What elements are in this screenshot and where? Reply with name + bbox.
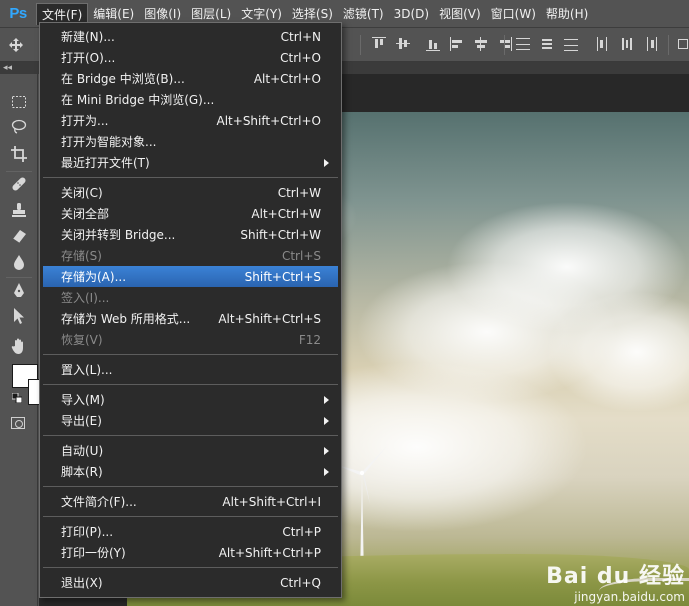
distribute-vertical-center-icon[interactable] <box>540 37 554 51</box>
menu-separator <box>43 516 338 517</box>
marquee-tool-icon[interactable] <box>8 92 30 112</box>
tools-separator <box>6 171 32 172</box>
tools-separator <box>6 277 32 278</box>
align-top-icon[interactable] <box>372 37 386 51</box>
distribute-bottom-icon[interactable] <box>564 37 578 51</box>
menu-separator <box>43 177 338 178</box>
menu-help[interactable]: 帮助(H) <box>541 3 593 25</box>
menu-item-exit[interactable]: 退出(X) Ctrl+Q <box>43 572 338 593</box>
healing-brush-tool-icon[interactable] <box>8 174 30 194</box>
crop-tool-icon[interactable] <box>8 144 30 164</box>
menu-item-browse-in-bridge[interactable]: 在 Bridge 中浏览(B)... Alt+Ctrl+O <box>43 68 338 89</box>
menu-3d[interactable]: 3D(D) <box>389 3 434 25</box>
menu-item-check-in: 签入(I)... <box>61 291 110 305</box>
stamp-tool-icon[interactable] <box>8 200 30 220</box>
menu-item-close-all[interactable]: 关闭全部 Alt+Ctrl+W <box>43 203 338 224</box>
menu-item-export[interactable]: 导出(E) <box>43 410 338 431</box>
menu-item-print[interactable]: 打印(P)... Ctrl+P <box>43 521 338 542</box>
align-vertical-center-icon[interactable] <box>396 37 410 51</box>
menu-item-scripts[interactable]: 脚本(R) <box>43 461 338 482</box>
menu-item-save: 存储(S) Ctrl+S <box>61 248 321 264</box>
submenu-arrow-icon <box>324 416 329 425</box>
align-bottom-icon[interactable] <box>426 37 440 51</box>
hand-tool-icon[interactable] <box>8 336 30 356</box>
move-tool-icon[interactable] <box>8 37 23 52</box>
watermark-logo: Bai du 经验 <box>546 564 685 589</box>
blur-tool-icon[interactable] <box>8 252 30 272</box>
menu-window[interactable]: 窗口(W) <box>486 3 541 25</box>
menu-item-file-info[interactable]: 文件简介(F)... Alt+Shift+Ctrl+I <box>43 491 338 512</box>
file-menu-dropdown: 新建(N)... Ctrl+N 打开(O)... Ctrl+O 在 Bridge 中… <box>39 22 342 598</box>
baidu-jingyan-watermark: Bai du 经验 jingyan.baidu.com <box>546 558 685 604</box>
options-separator <box>668 35 669 55</box>
distribute-top-icon[interactable] <box>516 37 530 51</box>
photoshop-logo: Ps <box>9 5 27 22</box>
tools-panel <box>0 74 40 606</box>
menu-filter[interactable]: 滤镜(T) <box>338 3 389 25</box>
menu-item-close[interactable]: 关闭(C) Ctrl+W <box>43 182 338 203</box>
menu-view[interactable]: 视图(V) <box>434 3 486 25</box>
menu-item-save-for-web[interactable]: 存储为 Web 所用格式... Alt+Shift+Ctrl+S <box>43 308 338 329</box>
watermark-url: jingyan.baidu.com <box>574 590 685 604</box>
path-selection-tool-icon[interactable] <box>8 306 30 326</box>
pen-tool-icon[interactable] <box>8 281 30 301</box>
menu-item-open-as[interactable]: 打开为... Alt+Shift+Ctrl+O <box>43 110 338 131</box>
lasso-tool-icon[interactable] <box>8 117 30 137</box>
menu-item-revert: 恢复(V) F12 <box>61 332 321 348</box>
auto-align-icon[interactable] <box>678 37 689 51</box>
menu-item-close-and-go-to-bridge[interactable]: 关闭并转到 Bridge... Shift+Ctrl+W <box>43 224 338 245</box>
align-right-icon[interactable] <box>498 37 512 51</box>
menu-item-place[interactable]: 置入(L)... <box>43 359 338 380</box>
menu-item-open-recent[interactable]: 最近打开文件(T) <box>43 152 338 173</box>
menu-item-new[interactable]: 新建(N)... Ctrl+N <box>43 26 338 47</box>
menu-separator <box>43 435 338 436</box>
collapse-panel-icon[interactable]: ◂◂ <box>3 62 12 74</box>
menu-separator <box>43 384 338 385</box>
menu-separator <box>43 567 338 568</box>
align-horizontal-center-icon[interactable] <box>474 37 488 51</box>
distribute-horizontal-center-icon[interactable] <box>620 37 634 51</box>
menu-separator <box>43 486 338 487</box>
menu-item-automate[interactable]: 自动(U) <box>43 440 338 461</box>
distribute-right-icon[interactable] <box>644 37 658 51</box>
submenu-arrow-icon <box>324 158 329 167</box>
menu-item-open[interactable]: 打开(O)... Ctrl+O <box>43 47 338 68</box>
eraser-tool-icon[interactable] <box>8 226 30 246</box>
menu-item-open-as-smart-object[interactable]: 打开为智能对象... <box>43 131 338 152</box>
menu-separator <box>43 354 338 355</box>
submenu-arrow-icon <box>324 446 329 455</box>
distribute-left-icon[interactable] <box>596 37 610 51</box>
menu-item-browse-in-mini-bridge[interactable]: 在 Mini Bridge 中浏览(G)... <box>43 89 338 110</box>
align-left-icon[interactable] <box>450 37 464 51</box>
default-colors-icon[interactable] <box>11 392 23 404</box>
menu-item-save-as[interactable]: 存储为(A)... Shift+Ctrl+S <box>43 266 338 287</box>
menu-item-print-one-copy[interactable]: 打印一份(Y) Alt+Shift+Ctrl+P <box>43 542 338 563</box>
submenu-arrow-icon <box>324 467 329 476</box>
quick-mask-icon[interactable] <box>11 417 25 429</box>
options-separator <box>504 35 505 55</box>
menu-item-import[interactable]: 导入(M) <box>43 389 338 410</box>
submenu-arrow-icon <box>324 395 329 404</box>
options-separator <box>360 35 361 55</box>
